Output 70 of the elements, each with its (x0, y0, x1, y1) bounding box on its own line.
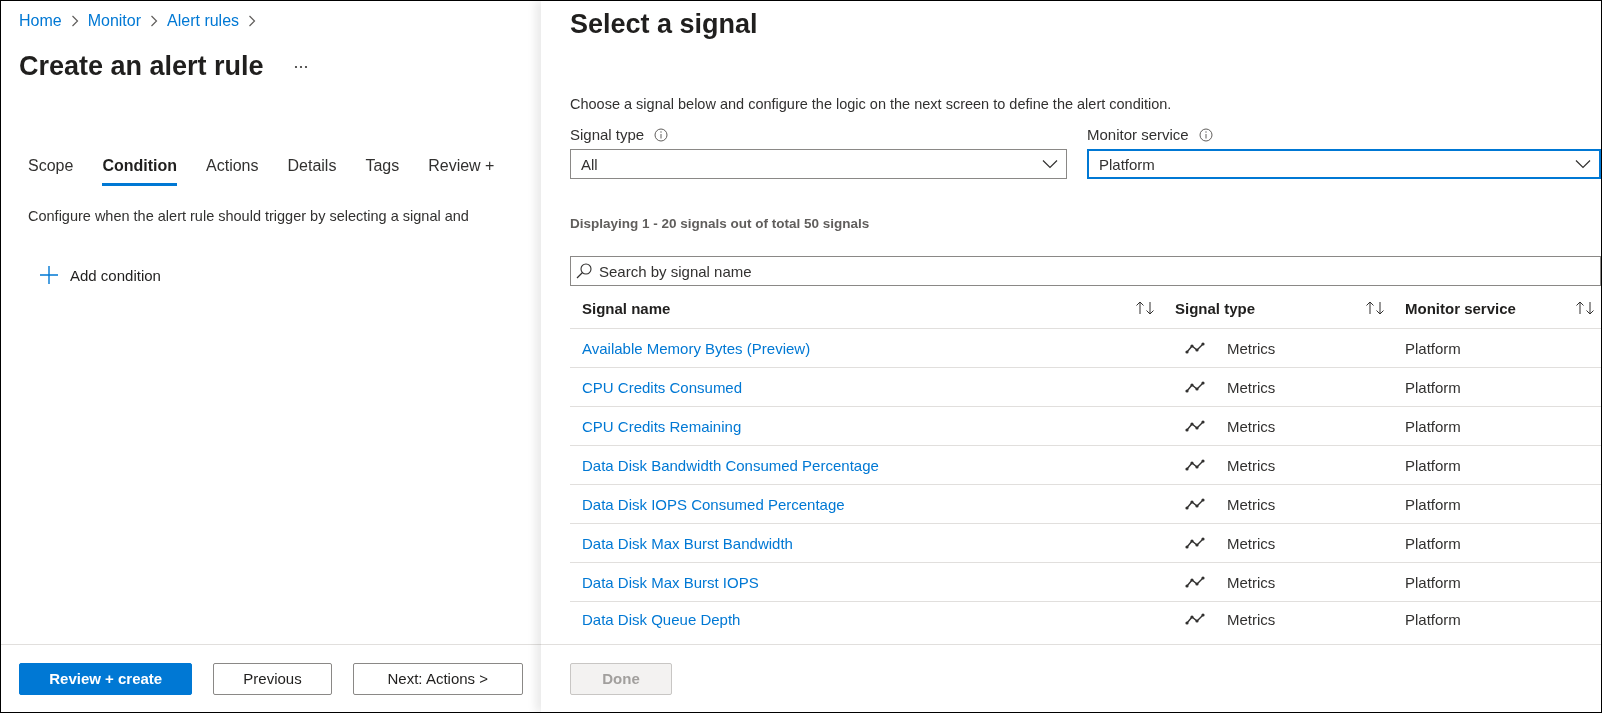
chevron-right-icon (70, 15, 79, 27)
column-header: Signal name (582, 299, 671, 317)
info-icon (654, 127, 669, 142)
chevron-down-icon (1042, 159, 1058, 169)
condition-description: Configure when the alert rule should trigger by selecting a signal and (28, 208, 470, 224)
panel-title: Select a signal (570, 9, 759, 40)
signal-type-text: Metrics (1227, 378, 1276, 396)
more-icon[interactable] (293, 64, 308, 69)
page-title: Create an alert rule (19, 51, 264, 82)
breadcrumb-link[interactable]: Alert rules (167, 12, 240, 30)
sort-icon[interactable] (1365, 301, 1385, 315)
signal-type-text: Metrics (1227, 417, 1276, 435)
footer-button[interactable]: Previous (213, 662, 332, 695)
monitor-service-text: Platform (1405, 378, 1461, 396)
metrics-chart-icon (1185, 537, 1205, 549)
add-condition-link[interactable]: Add condition (40, 266, 161, 284)
signal-link[interactable]: Data Disk Bandwidth Consumed Percentage (582, 456, 879, 474)
metrics-chart-icon (1185, 498, 1205, 510)
monitor-service-text: Platform (1405, 610, 1461, 628)
dropdown[interactable]: All (570, 149, 1067, 179)
footer-button[interactable]: Review + create (19, 662, 193, 695)
signal-link[interactable]: Data Disk Max Burst Bandwidth (582, 534, 793, 552)
signal-link[interactable]: Available Memory Bytes (Preview) (582, 339, 811, 357)
signal-type-text: Metrics (1227, 534, 1276, 552)
plus-icon (40, 266, 58, 284)
metrics-chart-icon (1185, 381, 1205, 393)
metrics-chart-icon (1185, 420, 1205, 432)
search-field[interactable]: Search by signal name (570, 256, 1601, 286)
metrics-chart-icon (1185, 613, 1205, 625)
info-icon (1198, 127, 1213, 142)
chevron-down-icon (1575, 159, 1591, 169)
tab[interactable]: Details (287, 157, 337, 186)
breadcrumb-link[interactable]: Home (19, 12, 62, 30)
signal-type-text: Metrics (1227, 610, 1276, 628)
signal-link[interactable]: Data Disk Queue Depth (582, 610, 741, 628)
metrics-chart-icon (1185, 576, 1205, 588)
monitor-service-text: Platform (1405, 573, 1461, 591)
filter-label: Monitor service (1087, 126, 1189, 143)
sort-icon[interactable] (1135, 301, 1155, 315)
signal-link[interactable]: CPU Credits Consumed (582, 378, 743, 396)
signal-link[interactable]: Data Disk Max Burst IOPS (582, 573, 759, 591)
signal-type-text: Metrics (1227, 573, 1276, 591)
monitor-service-text: Platform (1405, 339, 1461, 357)
chevron-right-icon (248, 15, 257, 27)
metrics-chart-icon (1185, 342, 1205, 354)
tab[interactable]: Condition (102, 157, 177, 186)
monitor-service-text: Platform (1405, 456, 1461, 474)
signal-count-text: Displaying 1 - 20 signals out of total 50 signals (570, 216, 871, 231)
column-header: Monitor service (1405, 299, 1516, 317)
chevron-right-icon (150, 15, 159, 27)
dropdown[interactable]: Platform (1087, 149, 1601, 179)
breadcrumb-link[interactable]: Monitor (87, 12, 142, 30)
signal-link[interactable]: Data Disk IOPS Consumed Percentage (582, 495, 845, 513)
filter-label: Signal type (570, 126, 645, 143)
monitor-service-text: Platform (1405, 495, 1461, 513)
sort-icon[interactable] (1575, 301, 1595, 315)
tab[interactable]: Review + (428, 157, 495, 186)
panel-description: Choose a signal below and configure the logic on the next screen to define the alert condition. (570, 96, 1173, 112)
metrics-chart-icon (1185, 459, 1205, 471)
tab[interactable]: Actions (206, 157, 259, 186)
tab[interactable]: Scope (28, 157, 74, 186)
signal-type-text: Metrics (1227, 339, 1276, 357)
tab[interactable]: Tags (365, 157, 400, 186)
signal-link[interactable]: CPU Credits Remaining (582, 417, 742, 435)
signal-type-text: Metrics (1227, 495, 1276, 513)
column-header: Signal type (1175, 299, 1256, 317)
footer-button[interactable]: Next: Actions > (352, 662, 523, 695)
monitor-service-text: Platform (1405, 534, 1461, 552)
monitor-service-text: Platform (1405, 417, 1461, 435)
signal-type-text: Metrics (1227, 456, 1276, 474)
